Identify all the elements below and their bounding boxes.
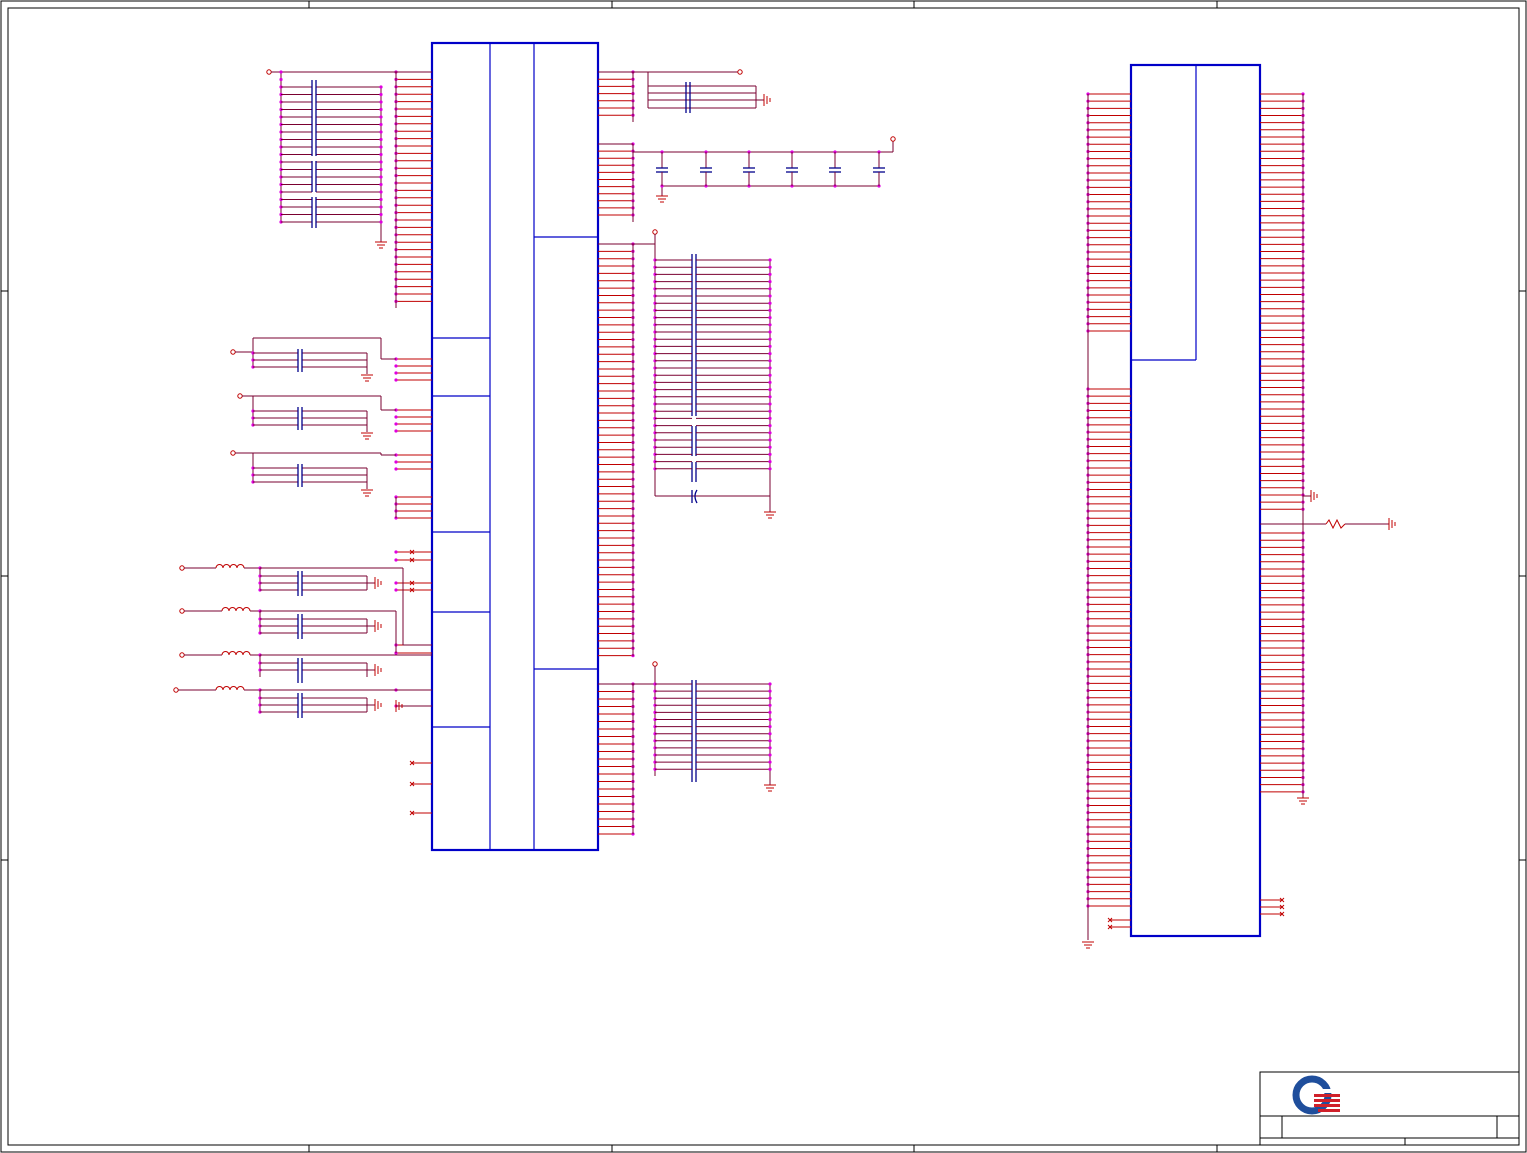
title-block (1259, 1071, 1520, 1146)
decap-bank-bottom-right (598, 661, 776, 834)
ic-left-pins-right (598, 70, 635, 836)
ground-symbol (374, 664, 382, 676)
ground-symbol (374, 620, 382, 632)
q-logo-icon (1292, 1075, 1340, 1115)
ground-symbol (374, 577, 382, 589)
schematic-sheet (0, 0, 1527, 1153)
ic-left[interactable] (430, 41, 600, 852)
decap-groups-mid-left (230, 337, 397, 518)
ic-left-pins-left (394, 70, 432, 708)
ground-symbol (375, 241, 387, 249)
ic-right[interactable] (1129, 63, 1262, 938)
ground-symbol (763, 94, 771, 106)
ic-right-pins-left (1086, 92, 1131, 908)
lc-filter-groups (173, 564, 432, 718)
ground-symbol (1082, 941, 1094, 949)
ground-symbol (374, 699, 382, 711)
ground-resistor (1260, 518, 1396, 530)
decap-row-six (598, 136, 896, 222)
ground-symbol (1310, 490, 1318, 502)
ground-symbol (361, 374, 373, 382)
ic-right-pins-right (1260, 92, 1305, 794)
ground-symbol (361, 489, 373, 497)
ground-symbol (361, 432, 373, 440)
ground-symbol (764, 511, 776, 519)
decap-pair-top-right (598, 69, 771, 122)
ground-symbol (764, 784, 776, 792)
ground-symbol (1388, 518, 1396, 530)
decap-bank-top-left (266, 69, 432, 249)
no-connect-marks (409, 549, 1285, 930)
ground-symbol (656, 195, 668, 203)
ground-symbol (1297, 797, 1309, 805)
